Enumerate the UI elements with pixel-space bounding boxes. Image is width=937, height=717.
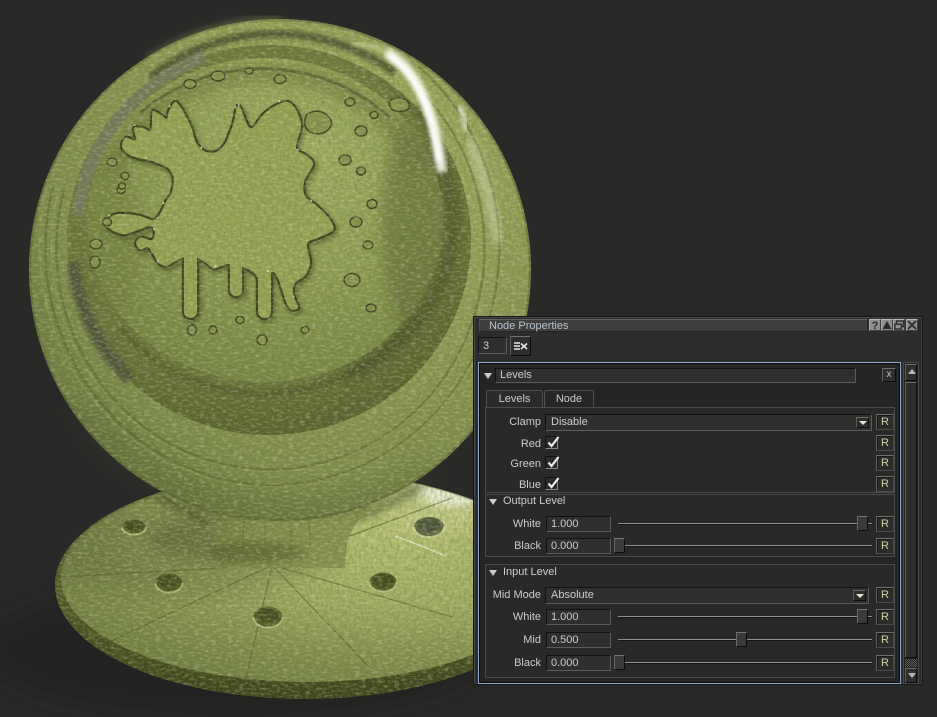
svg-text:?: ? [872,320,879,330]
